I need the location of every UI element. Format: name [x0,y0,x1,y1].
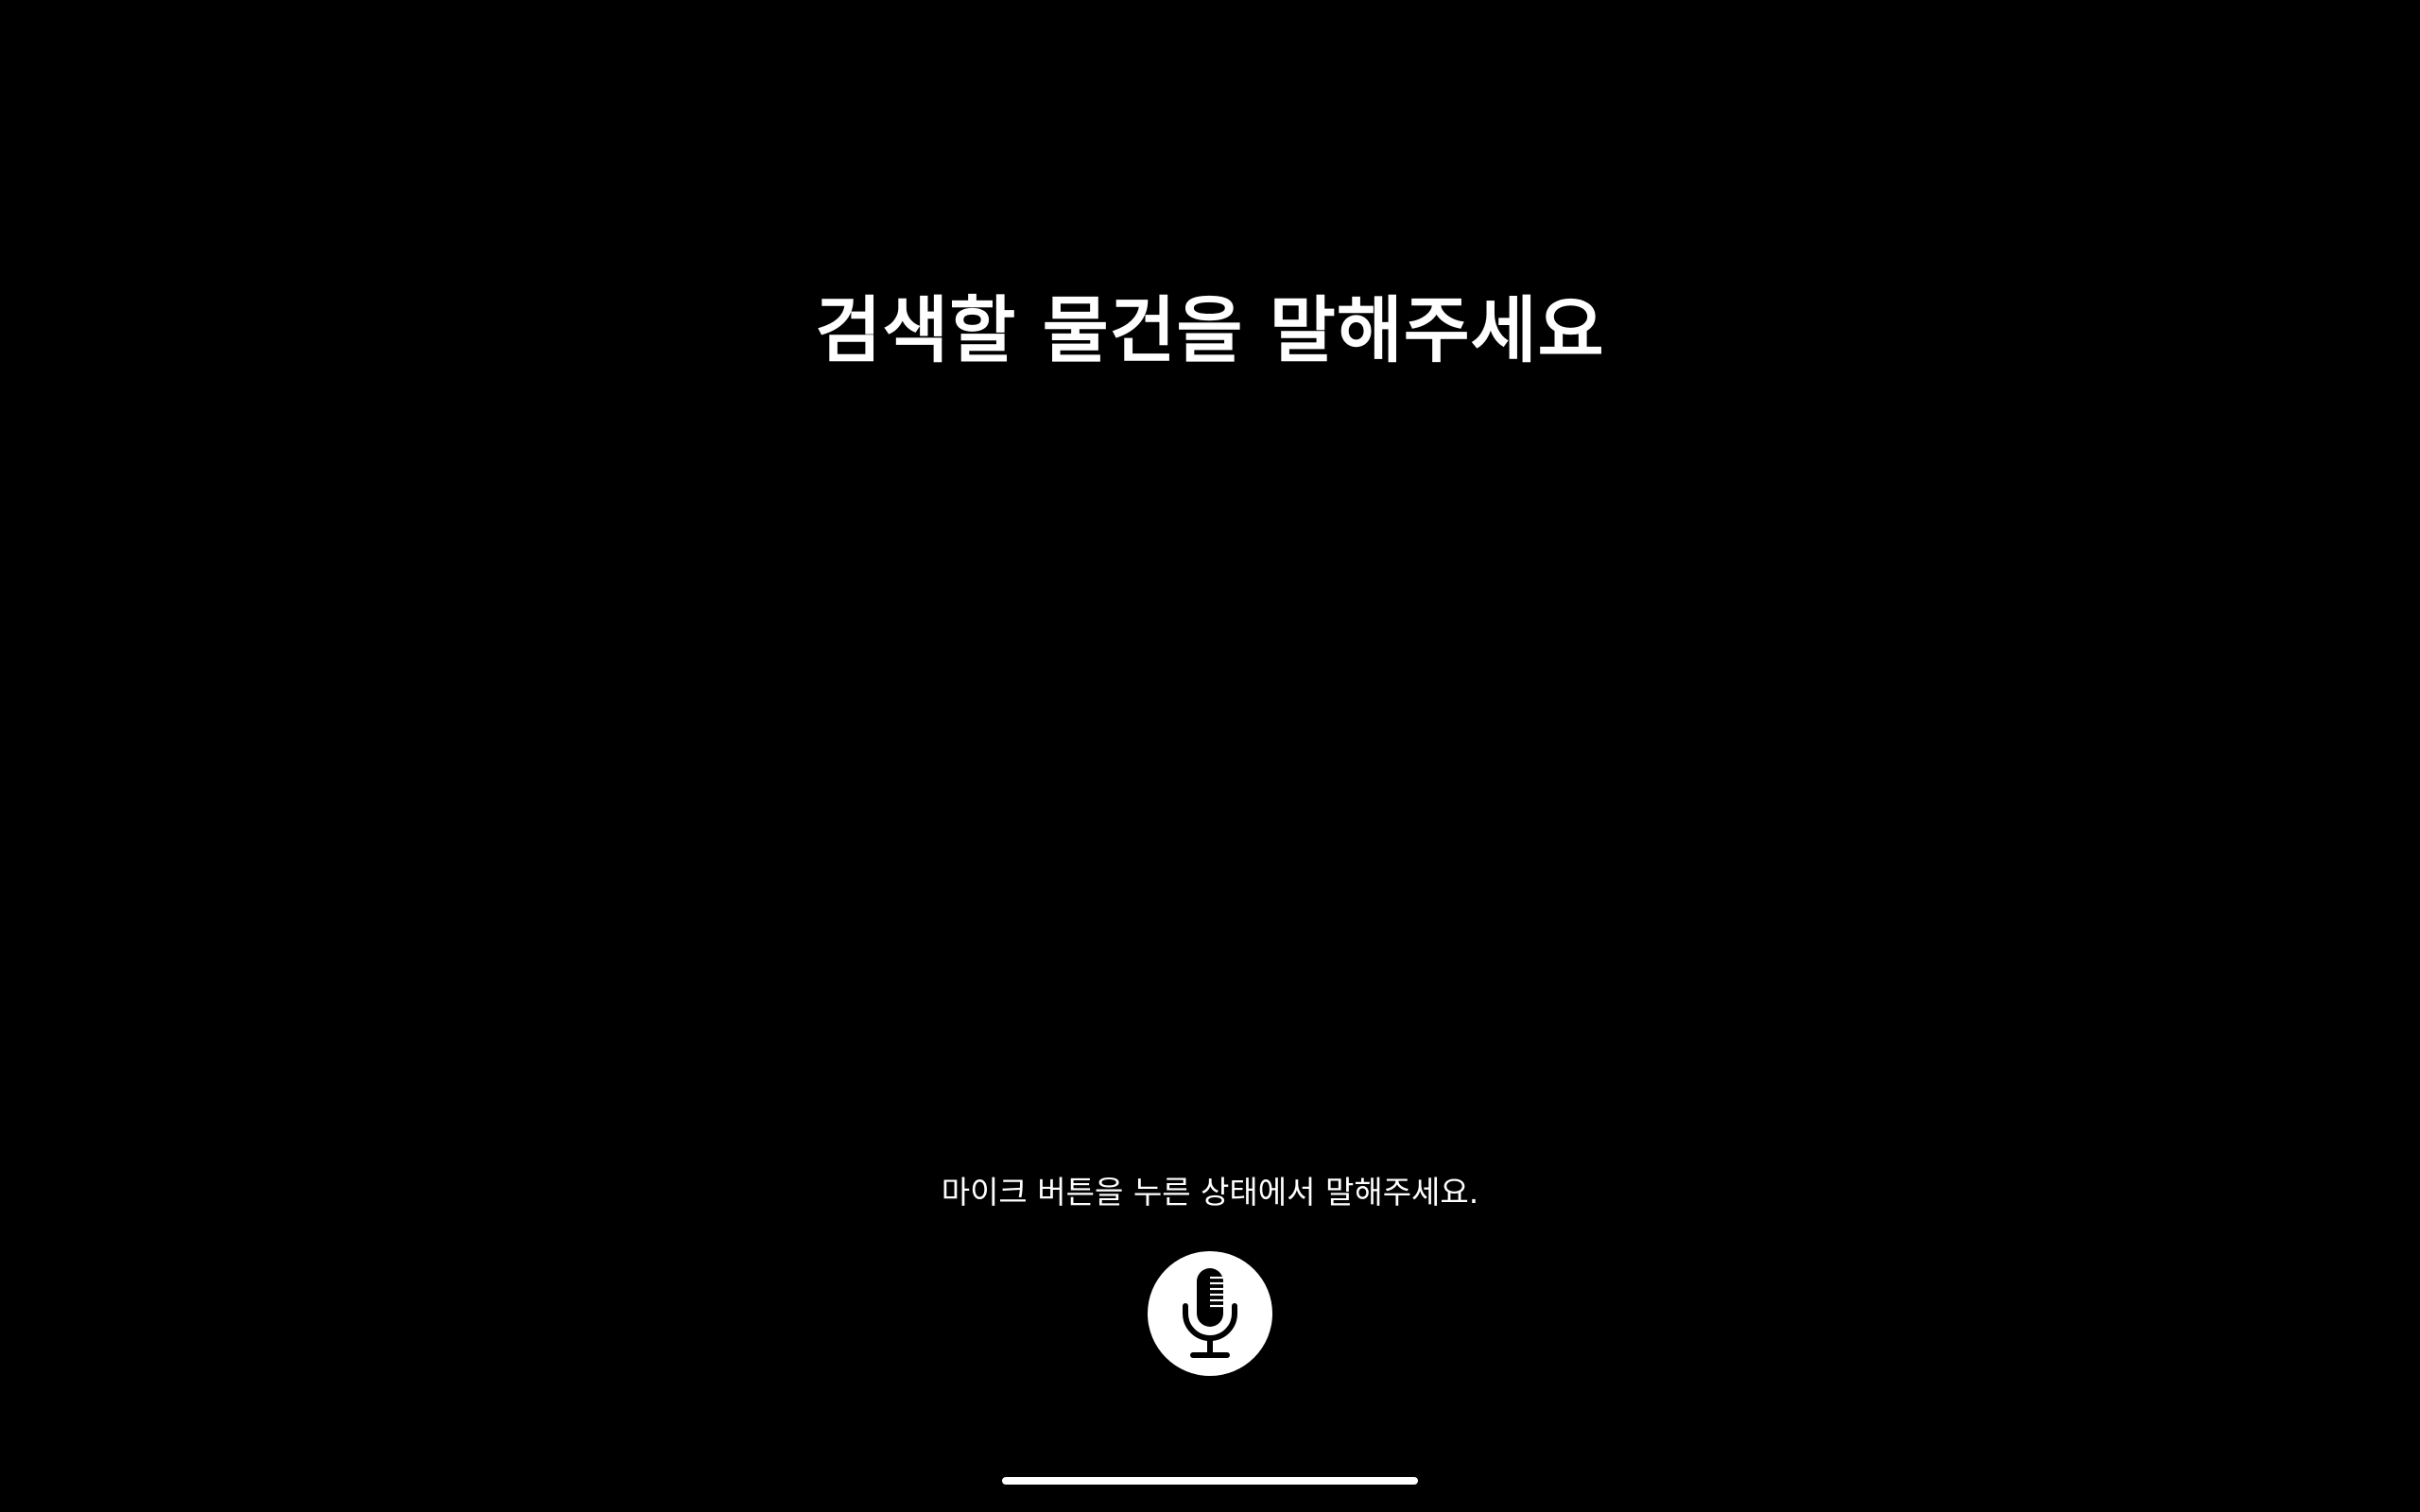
voice-search-screen: 검색할 물건을 말해주세요 마이크 버튼을 누른 상태에서 말해주세요. [0,0,2420,1512]
page-title: 검색할 물건을 말해주세요 [815,288,1605,372]
microphone-button[interactable] [1148,1251,1272,1376]
instruction-text: 마이크 버튼을 누른 상태에서 말해주세요. [941,1174,1479,1211]
home-indicator[interactable] [1002,1477,1418,1485]
microphone-icon [1183,1268,1237,1358]
